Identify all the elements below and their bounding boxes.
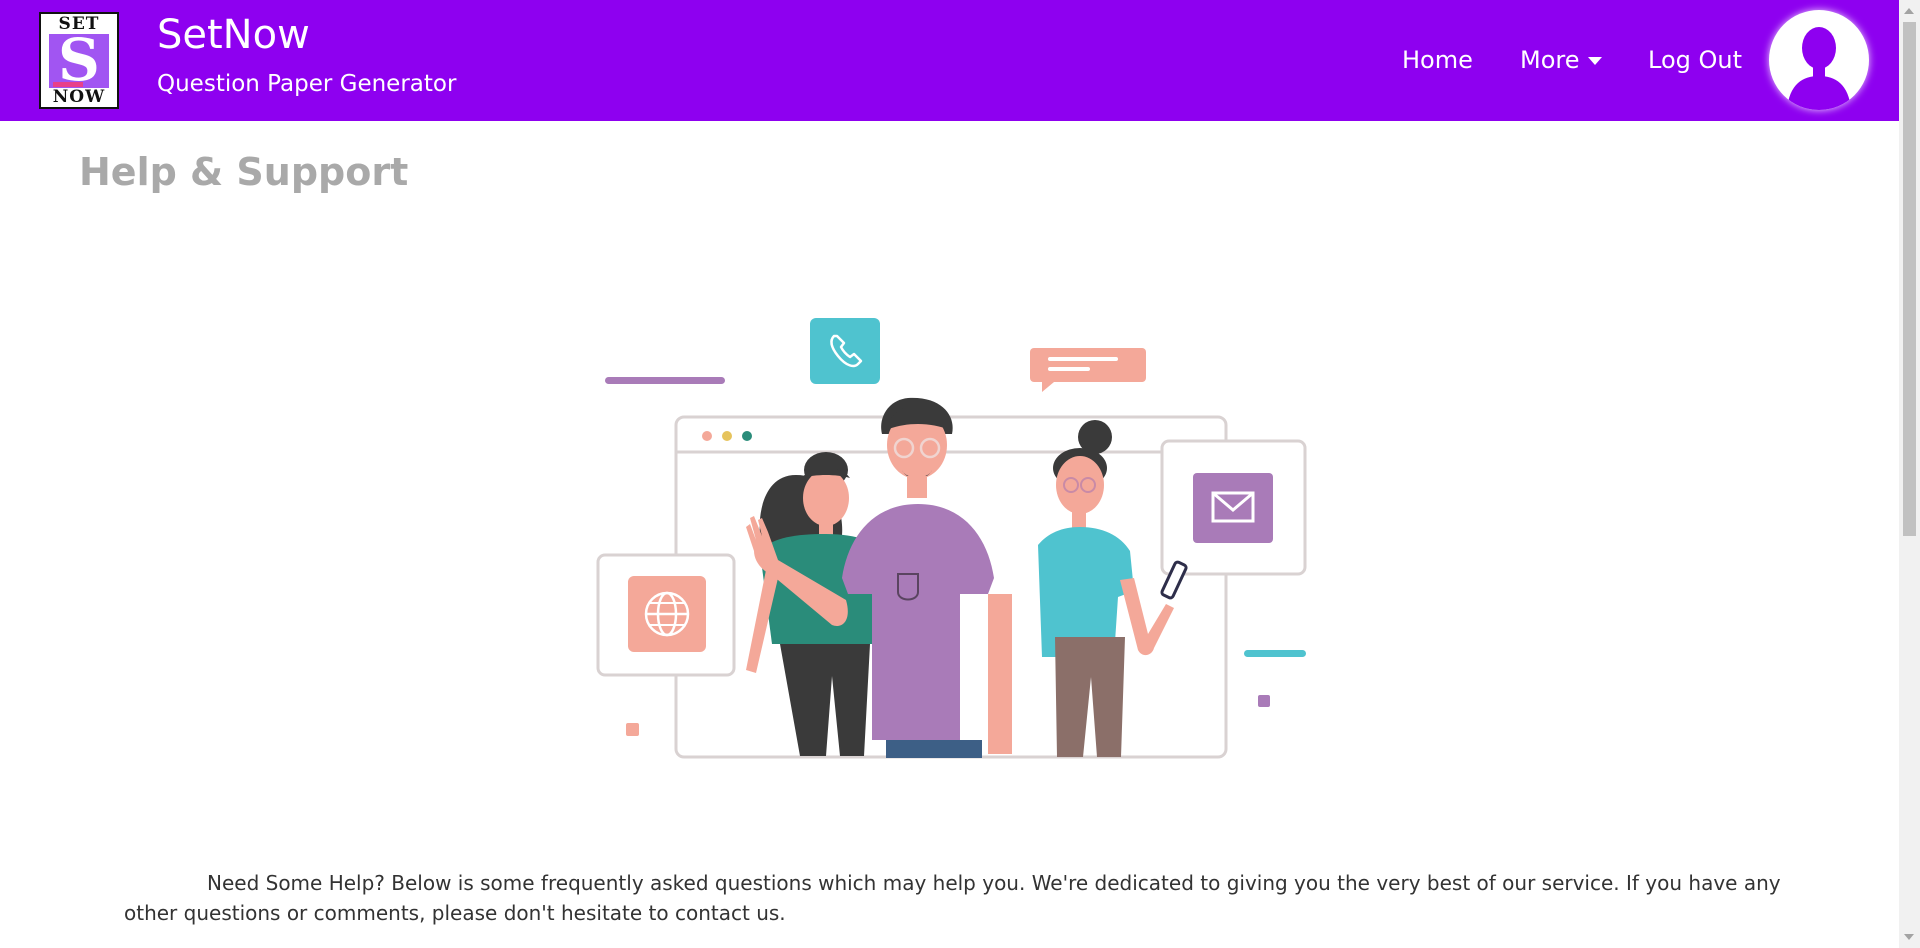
nav-logout-link[interactable]: Log Out	[1648, 44, 1742, 76]
phone-icon	[810, 318, 880, 384]
user-avatar-button[interactable]	[1769, 10, 1869, 110]
nav-home-link[interactable]: Home	[1402, 44, 1473, 76]
nav-more-dropdown[interactable]: More	[1520, 44, 1602, 76]
nav-more-label: More	[1520, 46, 1580, 74]
mail-icon	[1160, 439, 1307, 576]
setnow-logo[interactable]: SET S NOW	[39, 12, 119, 109]
brand-subtitle: Question Paper Generator	[157, 71, 457, 97]
chevron-down-icon	[1587, 57, 1602, 65]
globe-icon	[596, 553, 736, 677]
chat-bubble-icon	[1030, 348, 1146, 392]
support-illustration	[590, 310, 1310, 770]
brand-title: SetNow	[157, 12, 310, 58]
help-intro-text: Need Some Help? Below is some frequently…	[124, 871, 1781, 925]
page-scrollbar[interactable]	[1899, 0, 1920, 948]
logo-mark: S	[49, 30, 109, 90]
user-avatar-icon	[1787, 27, 1851, 110]
logo-letter: S	[58, 26, 100, 94]
top-navbar: SET S NOW SetNow Question Paper Generato…	[0, 0, 1899, 121]
page-title: Help & Support	[79, 150, 409, 194]
scrollbar-thumb[interactable]	[1903, 22, 1916, 536]
scroll-up-arrow-icon[interactable]	[1904, 8, 1914, 14]
logo-text-bottom: NOW	[52, 87, 106, 107]
scroll-down-arrow-icon[interactable]	[1904, 934, 1914, 940]
